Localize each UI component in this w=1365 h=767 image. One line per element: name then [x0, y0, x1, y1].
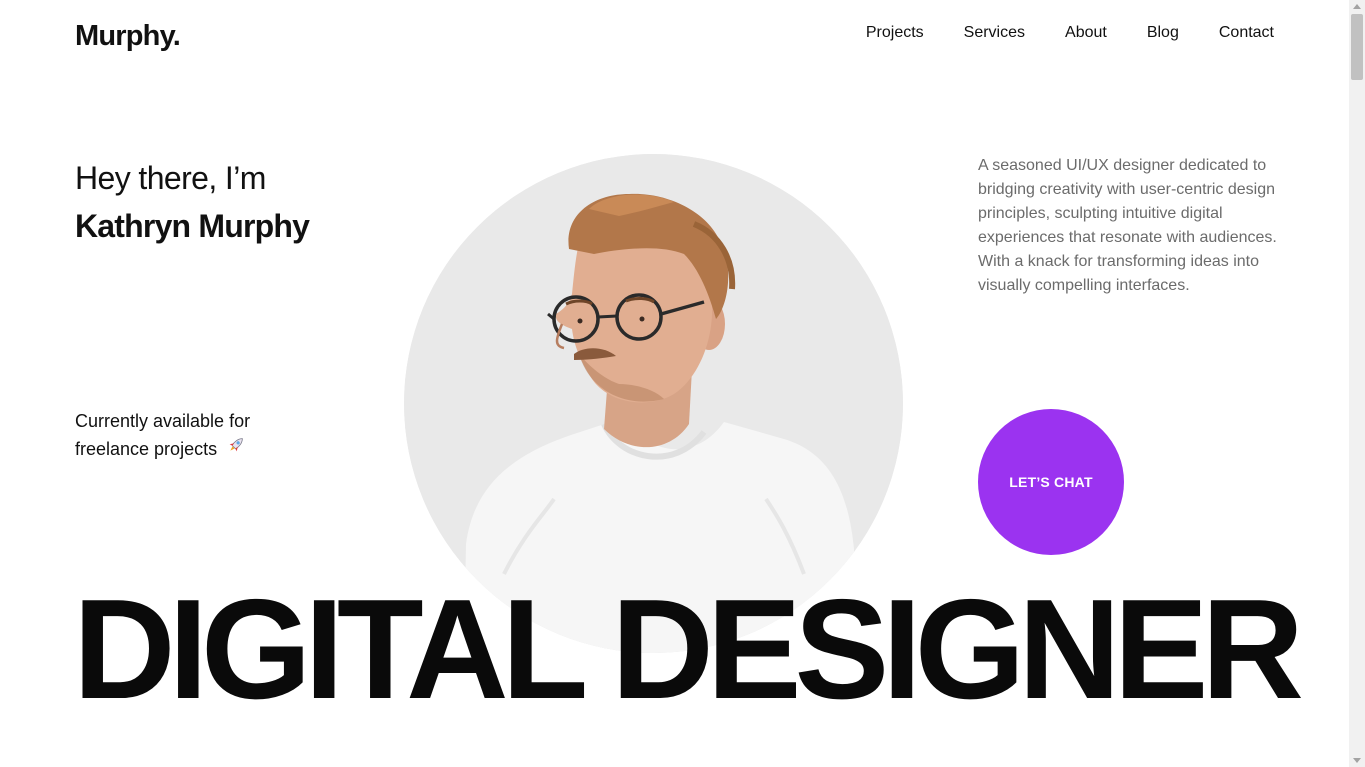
rocket-icon	[226, 435, 246, 463]
nav-blog[interactable]: Blog	[1147, 24, 1179, 42]
nav-about[interactable]: About	[1065, 24, 1107, 42]
availability-text: Currently available for freelance projec…	[75, 411, 251, 459]
bio-description: A seasoned UI/UX designer dedicated to b…	[978, 157, 1277, 294]
page: Murphy. Projects Services About Blog Con…	[0, 0, 1349, 767]
site-logo[interactable]: Murphy.	[75, 20, 181, 53]
page-scrollbar[interactable]	[1349, 0, 1365, 767]
hero-headline: DIGITAL DESIGNER	[73, 570, 1304, 729]
scroll-down-icon[interactable]	[1353, 758, 1361, 763]
nav-projects[interactable]: Projects	[866, 24, 924, 42]
nav-services[interactable]: Services	[964, 24, 1025, 42]
availability-note: Currently available for freelance projec…	[75, 408, 295, 463]
hero-name: Kathryn Murphy	[75, 208, 310, 244]
lets-chat-button[interactable]: LET’S CHAT	[978, 409, 1124, 555]
main-nav: Projects Services About Blog Contact	[866, 24, 1274, 42]
hero-greeting: Hey there, I’m	[75, 160, 266, 196]
scroll-up-icon[interactable]	[1353, 4, 1361, 9]
nav-contact[interactable]: Contact	[1219, 24, 1274, 42]
scrollbar-thumb[interactable]	[1351, 14, 1363, 80]
